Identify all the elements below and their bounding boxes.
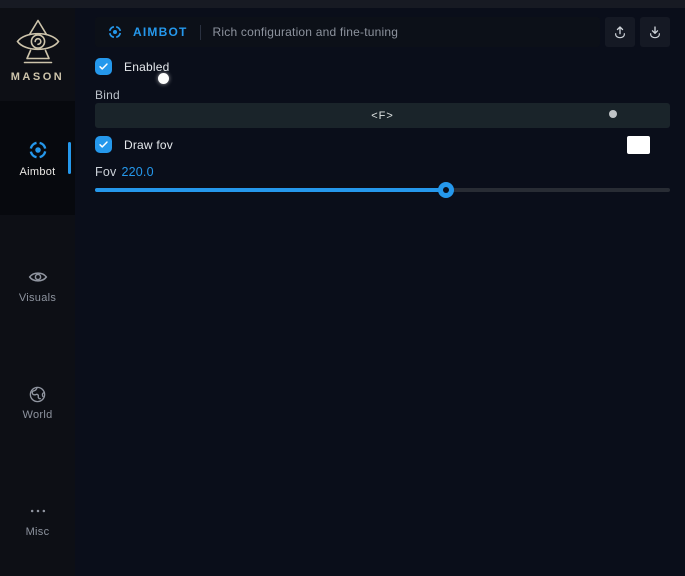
crosshair-icon <box>27 139 49 161</box>
draw-fov-row: Draw fov <box>95 136 173 153</box>
header-title-bar: AIMBOT Rich configuration and fine-tunin… <box>95 17 600 47</box>
draw-fov-label: Draw fov <box>124 138 173 152</box>
enabled-row: Enabled <box>95 58 169 75</box>
cursor-dot-secondary <box>609 110 617 118</box>
bind-keybind-field[interactable]: <F> <box>95 103 670 128</box>
fov-color-swatch[interactable] <box>627 136 650 154</box>
page-title: AIMBOT <box>133 25 188 39</box>
mouse-cursor-dot <box>158 73 169 84</box>
mason-menu-window: MASON Aimbot Visuals <box>0 0 685 576</box>
download-config-button[interactable] <box>640 17 670 47</box>
sidebar-item-misc[interactable]: Misc <box>0 491 75 547</box>
ellipsis-icon <box>28 501 48 521</box>
download-icon <box>647 24 663 40</box>
illuminati-eye-icon <box>14 18 62 68</box>
sidebar-item-label: Visuals <box>19 292 56 304</box>
fov-label: Fov 220.0 <box>95 165 154 179</box>
enabled-label: Enabled <box>124 60 169 74</box>
sidebar-item-label: World <box>22 409 52 421</box>
upload-icon <box>612 24 628 40</box>
fov-slider-fill <box>95 188 446 192</box>
sidebar-item-label: Misc <box>26 526 50 538</box>
header: AIMBOT Rich configuration and fine-tunin… <box>95 17 670 47</box>
brand-logo: MASON <box>0 18 75 83</box>
fov-slider-thumb[interactable] <box>438 182 454 198</box>
bind-label: Bind <box>95 88 120 102</box>
window-top-edge <box>0 0 685 8</box>
fov-slider[interactable] <box>95 182 670 198</box>
brand-name: MASON <box>0 71 75 83</box>
sidebar-item-label: Aimbot <box>19 166 55 178</box>
globe-icon <box>28 385 47 404</box>
check-icon <box>98 139 109 150</box>
active-tab-indicator <box>68 142 71 174</box>
bind-value: <F> <box>371 110 394 122</box>
eye-icon <box>28 267 48 287</box>
enabled-checkbox[interactable] <box>95 58 112 75</box>
main-panel: AIMBOT Rich configuration and fine-tunin… <box>75 8 685 576</box>
title-separator <box>200 25 201 40</box>
draw-fov-checkbox[interactable] <box>95 136 112 153</box>
sidebar-item-visuals[interactable]: Visuals <box>0 255 75 315</box>
page-subtitle: Rich configuration and fine-tuning <box>213 25 399 39</box>
sidebar-item-world[interactable]: World <box>0 373 75 433</box>
sidebar: MASON Aimbot Visuals <box>0 8 75 576</box>
upload-config-button[interactable] <box>605 17 635 47</box>
crosshair-icon <box>107 24 123 40</box>
fov-label-text: Fov <box>95 165 116 179</box>
sidebar-item-aimbot[interactable]: Aimbot <box>0 101 75 215</box>
check-icon <box>98 61 109 72</box>
fov-value: 220.0 <box>121 165 153 179</box>
